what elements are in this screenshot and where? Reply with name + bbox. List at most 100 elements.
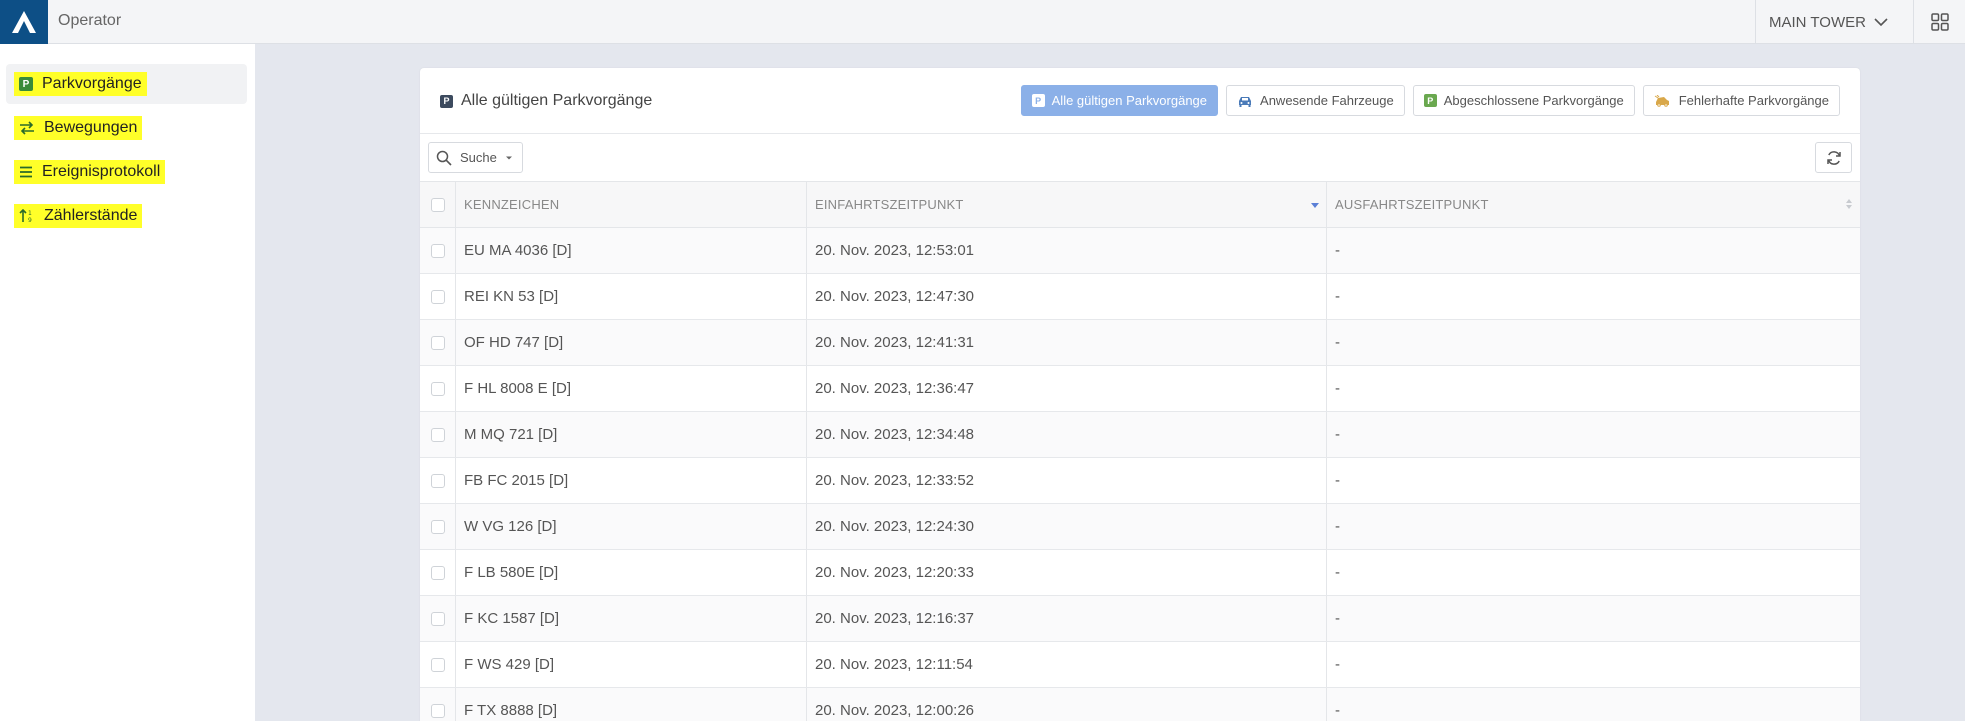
- apps-grid-button[interactable]: [1913, 0, 1965, 44]
- column-header-plate[interactable]: KENNZEICHEN: [456, 182, 807, 227]
- cell-exit-time: -: [1335, 472, 1340, 489]
- refresh-icon: [1826, 150, 1841, 165]
- logo-icon: [12, 11, 36, 33]
- list-icon: [20, 166, 32, 178]
- table-body: EU MA 4036 [D] 20. Nov. 2023, 12:53:01- RE…: [420, 228, 1860, 721]
- table-header: KENNZEICHEN EINFAHRTSZEITPUNKT AUSFAHRTS…: [420, 181, 1860, 228]
- location-label: MAIN TOWER: [1769, 13, 1866, 31]
- page-title: P Alle gültigen Parkvorgänge: [440, 92, 652, 110]
- cell-exit-time: -: [1335, 426, 1340, 443]
- cell-plate: F KC 1587 [D]: [456, 596, 807, 641]
- parking-card: P Alle gültigen Parkvorgänge P Alle gült…: [420, 68, 1860, 721]
- sort-counter-icon: 1 9: [19, 209, 32, 223]
- row-checkbox[interactable]: [430, 565, 445, 580]
- row-checkbox[interactable]: [430, 611, 445, 626]
- parking-icon: P: [1423, 94, 1437, 107]
- cell-exit-time: -: [1335, 288, 1340, 305]
- cell-exit-time: -: [1335, 610, 1340, 627]
- cell-exit-time: -: [1335, 518, 1340, 535]
- grid-icon: [1930, 13, 1949, 31]
- sort-desc-icon: [1311, 203, 1319, 208]
- cell-plate: F WS 429 [D]: [456, 642, 807, 687]
- cell-plate: EU MA 4036 [D]: [456, 228, 807, 273]
- svg-text:9: 9: [28, 217, 32, 223]
- sort-both-icon: [1846, 199, 1852, 209]
- cell-plate: F LB 580E [D]: [456, 550, 807, 595]
- cell-entry-time: 20. Nov. 2023, 12:16:37: [807, 596, 1327, 641]
- cell-plate: W VG 126 [D]: [456, 504, 807, 549]
- sidebar: P Parkvorgänge Bewegungen Ereignisprotok…: [0, 44, 255, 721]
- table-row[interactable]: F KC 1587 [D] 20. Nov. 2023, 12:16:37-: [420, 596, 1860, 642]
- search-icon: [436, 150, 452, 166]
- cell-entry-time: 20. Nov. 2023, 12:47:30: [807, 274, 1327, 319]
- table-row[interactable]: F LB 580E [D] 20. Nov. 2023, 12:20:33-: [420, 550, 1860, 596]
- top-bar: Operator MAIN TOWER: [0, 0, 1965, 44]
- sidebar-item-zaehlerstaende[interactable]: 1 9 Zählerstände: [6, 196, 247, 236]
- row-checkbox[interactable]: [430, 703, 445, 718]
- caret-down-icon: [505, 156, 512, 159]
- filter-faulty[interactable]: Fehlerhafte Parkvorgänge: [1642, 85, 1840, 116]
- sidebar-item-bewegungen[interactable]: Bewegungen: [6, 108, 247, 148]
- cell-entry-time: 20. Nov. 2023, 12:11:54: [807, 642, 1327, 687]
- parking-icon: P: [19, 77, 33, 91]
- cell-plate: F HL 8008 E [D]: [456, 366, 807, 411]
- filter-all-valid[interactable]: P Alle gültigen Parkvorgänge: [1020, 85, 1219, 116]
- table-row[interactable]: M MQ 721 [D] 20. Nov. 2023, 12:34:48-: [420, 412, 1860, 458]
- app-name: Operator: [58, 12, 122, 29]
- location-dropdown[interactable]: MAIN TOWER: [1755, 0, 1901, 44]
- app-logo[interactable]: [0, 0, 48, 44]
- cell-exit-time: -: [1335, 656, 1340, 673]
- sidebar-item-ereignisprotokoll[interactable]: Ereignisprotokoll: [6, 152, 247, 192]
- cell-entry-time: 20. Nov. 2023, 12:00:26: [807, 688, 1327, 721]
- cell-entry-time: 20. Nov. 2023, 12:41:31: [807, 320, 1327, 365]
- refresh-button[interactable]: [1815, 142, 1852, 173]
- cell-plate: REI KN 53 [D]: [456, 274, 807, 319]
- cell-entry-time: 20. Nov. 2023, 12:24:30: [807, 504, 1327, 549]
- cell-plate: F TX 8888 [D]: [456, 688, 807, 721]
- select-all-checkbox[interactable]: [430, 197, 445, 212]
- table-row[interactable]: EU MA 4036 [D] 20. Nov. 2023, 12:53:01-: [420, 228, 1860, 274]
- filter-present-vehicles[interactable]: Anwesende Fahrzeuge: [1226, 85, 1405, 116]
- table-toolbar: Suche: [420, 134, 1860, 181]
- cell-entry-time: 20. Nov. 2023, 12:36:47: [807, 366, 1327, 411]
- table-row[interactable]: F WS 429 [D] 20. Nov. 2023, 12:11:54-: [420, 642, 1860, 688]
- search-label: Suche: [460, 150, 497, 165]
- cell-entry-time: 20. Nov. 2023, 12:33:52: [807, 458, 1327, 503]
- row-checkbox[interactable]: [430, 473, 445, 488]
- row-checkbox[interactable]: [430, 289, 445, 304]
- cell-plate: FB FC 2015 [D]: [456, 458, 807, 503]
- sidebar-item-label: Parkvorgänge: [42, 75, 142, 92]
- search-dropdown-button[interactable]: Suche: [428, 142, 523, 173]
- table-row[interactable]: OF HD 747 [D] 20. Nov. 2023, 12:41:31-: [420, 320, 1860, 366]
- cell-entry-time: 20. Nov. 2023, 12:53:01: [807, 228, 1327, 273]
- row-checkbox[interactable]: [430, 381, 445, 396]
- cell-entry-time: 20. Nov. 2023, 12:20:33: [807, 550, 1327, 595]
- crashed-car-icon: [1654, 94, 1669, 107]
- chevron-down-icon: [1874, 18, 1888, 27]
- cell-exit-time: -: [1335, 564, 1340, 581]
- row-checkbox[interactable]: [430, 519, 445, 534]
- column-header-exit[interactable]: AUSFAHRTSZEITPUNKT: [1327, 182, 1860, 227]
- page-title-text: Alle gültigen Parkvorgänge: [461, 92, 653, 109]
- filter-completed[interactable]: P Abgeschlossene Parkvorgänge: [1412, 85, 1635, 116]
- row-checkbox[interactable]: [430, 243, 445, 258]
- sidebar-item-parkvorgaenge[interactable]: P Parkvorgänge: [6, 64, 247, 104]
- row-checkbox[interactable]: [430, 427, 445, 442]
- cell-plate: OF HD 747 [D]: [456, 320, 807, 365]
- table-row[interactable]: W VG 126 [D] 20. Nov. 2023, 12:24:30-: [420, 504, 1860, 550]
- cell-plate: M MQ 721 [D]: [456, 412, 807, 457]
- table-row[interactable]: FB FC 2015 [D] 20. Nov. 2023, 12:33:52-: [420, 458, 1860, 504]
- table-row[interactable]: F HL 8008 E [D] 20. Nov. 2023, 12:36:47-: [420, 366, 1860, 412]
- parking-icon: P: [440, 94, 453, 108]
- row-checkbox[interactable]: [430, 335, 445, 350]
- row-checkbox[interactable]: [430, 657, 445, 672]
- sidebar-item-label: Bewegungen: [44, 119, 138, 136]
- svg-text:1: 1: [28, 210, 32, 217]
- table-row[interactable]: F TX 8888 [D] 20. Nov. 2023, 12:00:26-: [420, 688, 1860, 721]
- table-row[interactable]: REI KN 53 [D] 20. Nov. 2023, 12:47:30-: [420, 274, 1860, 320]
- sidebar-item-label: Ereignisprotokoll: [42, 163, 161, 180]
- column-header-entry[interactable]: EINFAHRTSZEITPUNKT: [807, 182, 1327, 227]
- cell-exit-time: -: [1335, 242, 1340, 259]
- cell-exit-time: -: [1335, 334, 1340, 351]
- sidebar-item-label: Zählerstände: [44, 207, 138, 224]
